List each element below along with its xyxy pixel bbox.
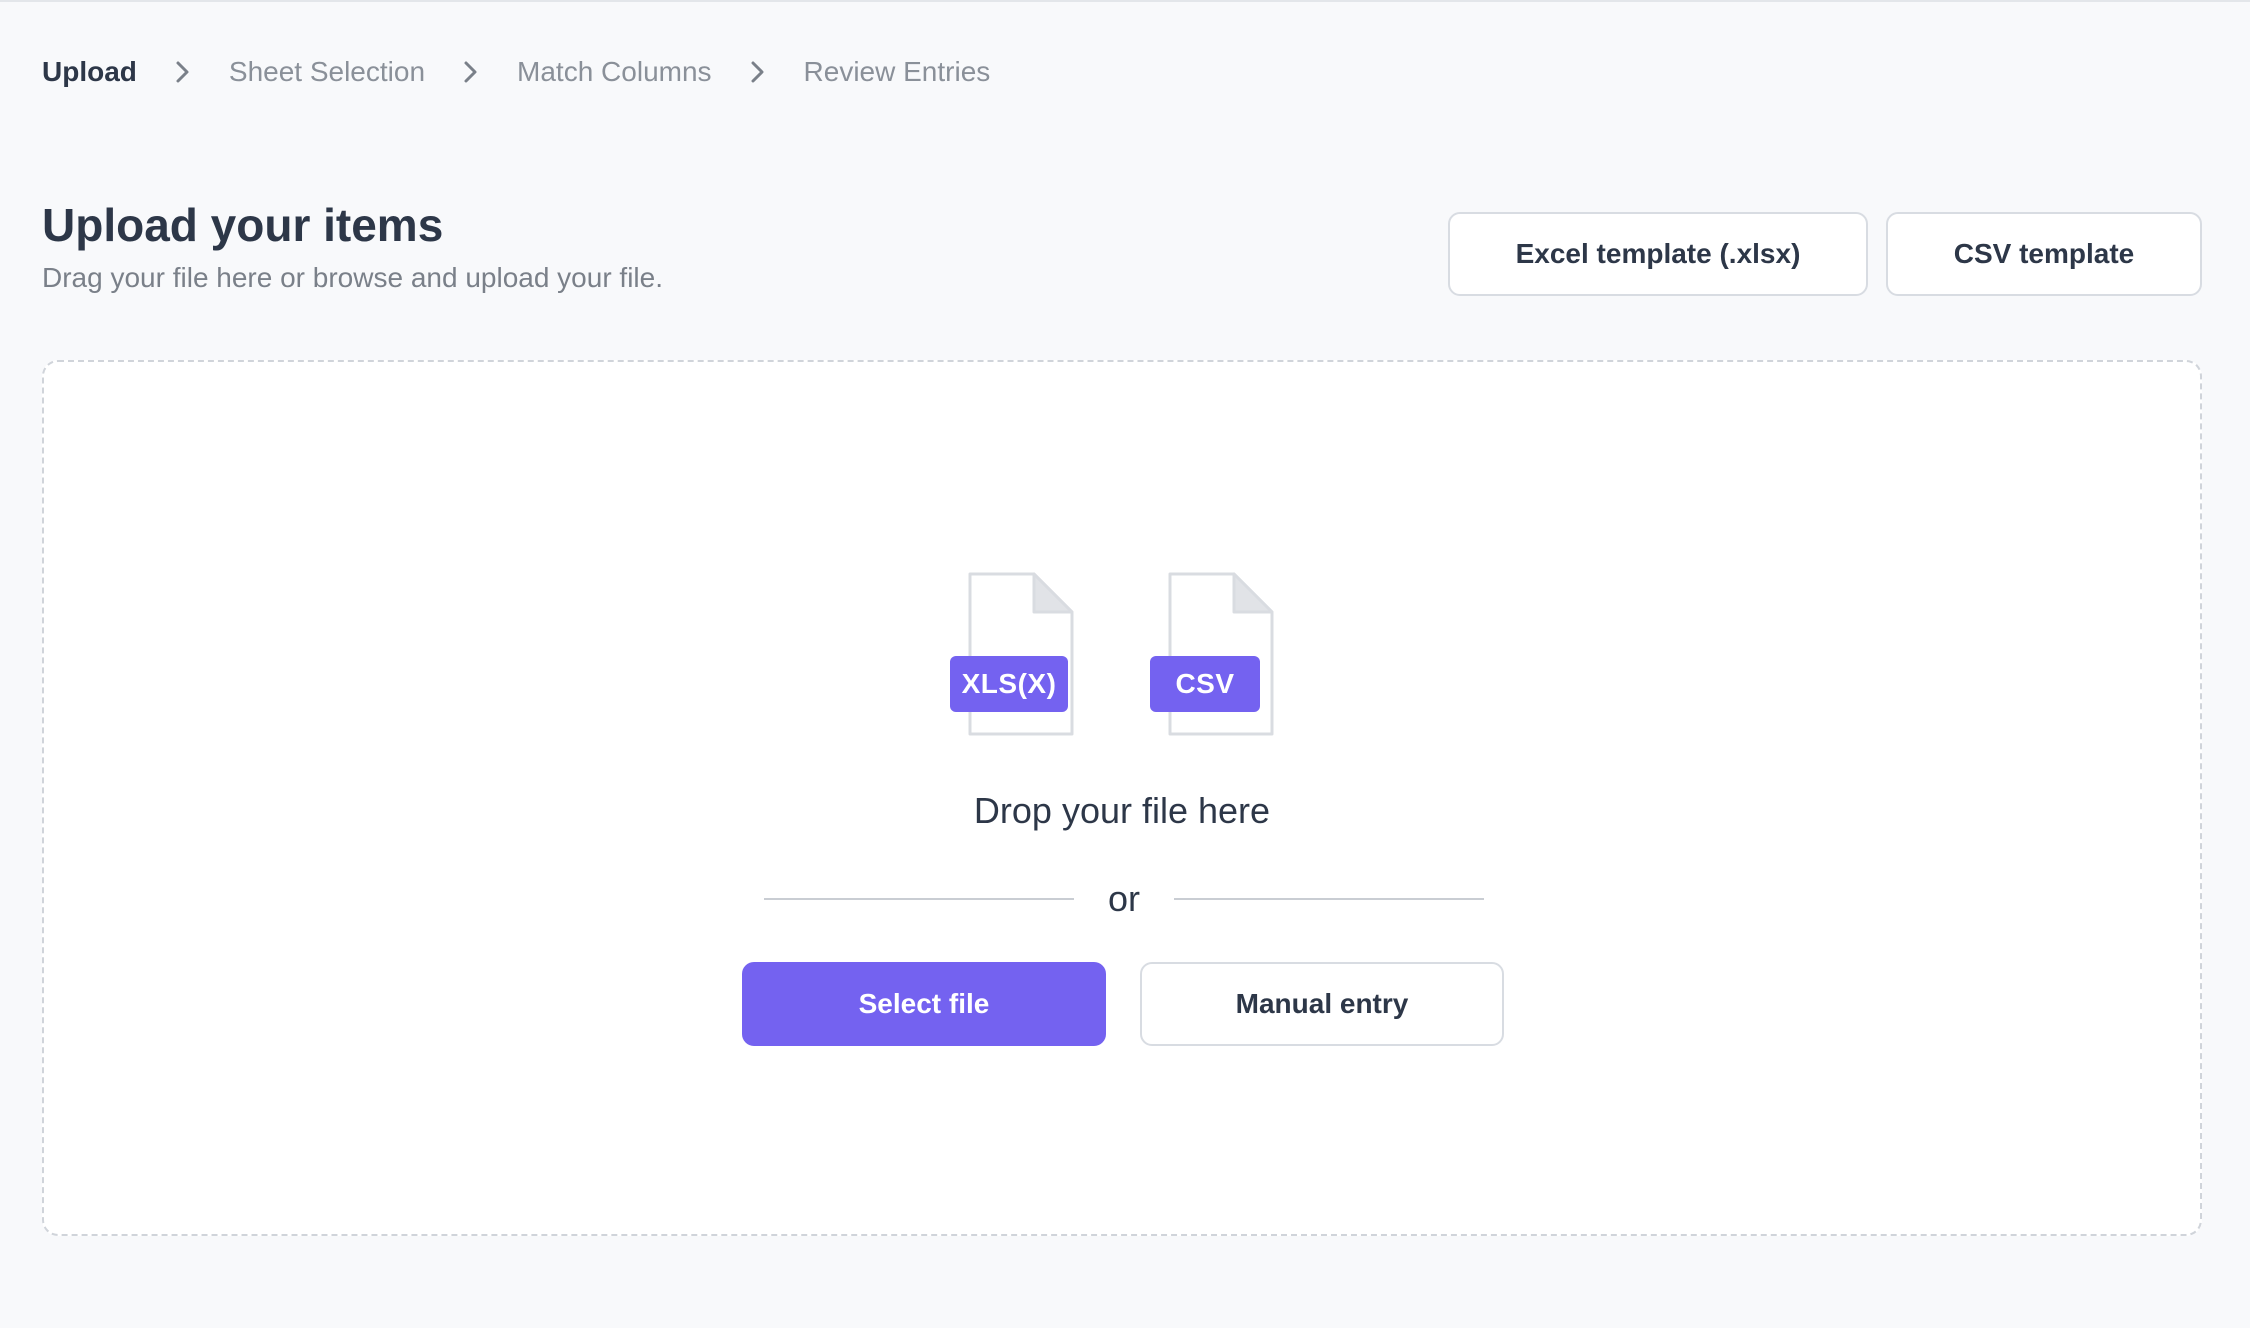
breadcrumb-step-sheet-selection: Sheet Selection [228,56,426,87]
csv-badge: CSV [1150,656,1260,712]
breadcrumb: Upload Sheet Selection Match Columns Rev… [42,54,990,90]
breadcrumb-step-review-entries: Review Entries [803,56,991,87]
file-dropzone[interactable]: XLS(X) CSV Drop your file here or Select… [42,360,2202,1236]
breadcrumb-step-upload: Upload [42,56,137,87]
csv-template-button[interactable]: CSV template [1886,212,2202,296]
breadcrumb-step-match-columns: Match Columns [517,56,712,87]
divider-or: or [1107,878,1140,919]
chevron-right-icon [451,54,491,90]
divider-line-right [1174,898,1484,900]
page-title: Upload your items [42,199,444,251]
excel-template-button[interactable]: Excel template (.xlsx) [1448,212,1868,296]
xlsx-badge: XLS(X) [950,656,1068,712]
chevron-right-icon [163,54,203,90]
xlsx-file-icon: XLS(X) [950,572,1080,738]
csv-file-icon: CSV [1150,572,1280,738]
chevron-right-icon [738,54,778,90]
select-file-button[interactable]: Select file [742,962,1106,1046]
drop-instruction: Drop your file here [973,790,1271,831]
page-subtitle: Drag your file here or browse and upload… [42,262,664,293]
manual-entry-button[interactable]: Manual entry [1140,962,1504,1046]
divider-line-left [764,898,1074,900]
